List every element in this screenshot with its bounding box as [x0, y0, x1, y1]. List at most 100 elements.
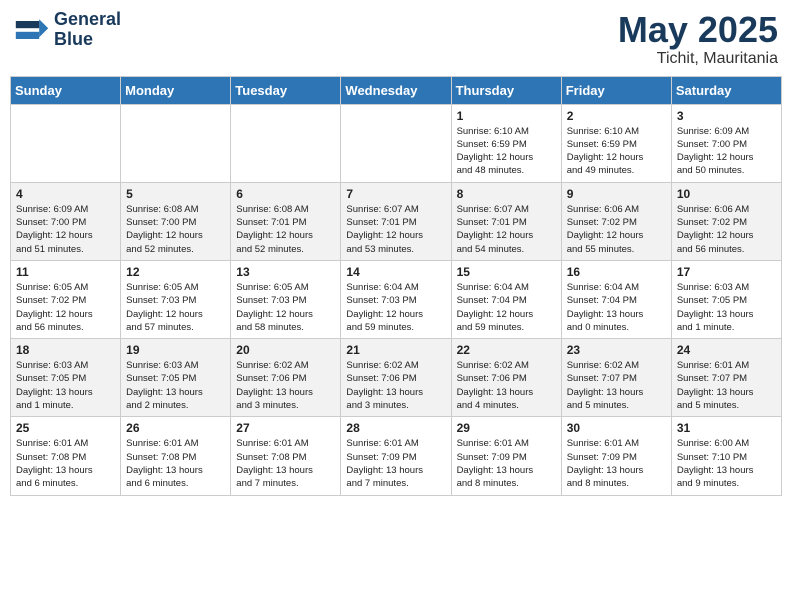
calendar-row-5: 25 Sunrise: 6:01 AM Sunset: 7:08 PM Dayli…	[11, 417, 782, 495]
weekday-header-monday: Monday	[121, 76, 231, 104]
weekday-header-friday: Friday	[561, 76, 671, 104]
day-number: 25	[16, 421, 115, 435]
calendar-cell: 18Sunrise: 6:03 AM Sunset: 7:05 PM Dayli…	[11, 339, 121, 417]
calendar-cell: 15 Sunrise: 6:04 AM Sunset: 7:04 PM Dayli…	[451, 260, 561, 338]
calendar-row-4: 18Sunrise: 6:03 AM Sunset: 7:05 PM Dayli…	[11, 339, 782, 417]
calendar-cell: 6 Sunrise: 6:08 AM Sunset: 7:01 PM Daylig…	[231, 182, 341, 260]
calendar-cell	[231, 104, 341, 182]
calendar-cell: 29 Sunrise: 6:01 AM Sunset: 7:09 PM Dayli…	[451, 417, 561, 495]
calendar-cell: 5Sunrise: 6:08 AM Sunset: 7:00 PM Daylig…	[121, 182, 231, 260]
day-number: 30	[567, 421, 666, 435]
calendar-cell: 13Sunrise: 6:05 AM Sunset: 7:03 PM Dayli…	[231, 260, 341, 338]
day-info: Sunrise: 6:04 AM Sunset: 7:03 PM Dayligh…	[346, 281, 445, 334]
calendar-cell: 19 Sunrise: 6:03 AM Sunset: 7:05 PM Dayli…	[121, 339, 231, 417]
logo: General Blue	[14, 10, 121, 50]
day-info: Sunrise: 6:02 AM Sunset: 7:07 PM Dayligh…	[567, 359, 666, 412]
day-number: 9	[567, 187, 666, 201]
calendar-row-1: 1 Sunrise: 6:10 AM Sunset: 6:59 PM Daylig…	[11, 104, 782, 182]
day-number: 28	[346, 421, 445, 435]
day-info: Sunrise: 6:03 AM Sunset: 7:05 PM Dayligh…	[677, 281, 776, 334]
day-info: Sunrise: 6:08 AM Sunset: 7:01 PM Dayligh…	[236, 203, 335, 256]
day-info: Sunrise: 6:00 AM Sunset: 7:10 PM Dayligh…	[677, 437, 776, 490]
day-number: 5	[126, 187, 225, 201]
day-number: 13	[236, 265, 335, 279]
day-info: Sunrise: 6:03 AM Sunset: 7:05 PM Dayligh…	[16, 359, 115, 412]
calendar-cell: 22Sunrise: 6:02 AM Sunset: 7:06 PM Dayli…	[451, 339, 561, 417]
day-info: Sunrise: 6:10 AM Sunset: 6:59 PM Dayligh…	[457, 125, 556, 178]
day-number: 21	[346, 343, 445, 357]
day-number: 7	[346, 187, 445, 201]
logo-line1: General	[54, 10, 121, 30]
day-info: Sunrise: 6:09 AM Sunset: 7:00 PM Dayligh…	[16, 203, 115, 256]
calendar-cell: 12Sunrise: 6:05 AM Sunset: 7:03 PM Dayli…	[121, 260, 231, 338]
calendar-cell: 27 Sunrise: 6:01 AM Sunset: 7:08 PM Dayli…	[231, 417, 341, 495]
day-info: Sunrise: 6:01 AM Sunset: 7:09 PM Dayligh…	[567, 437, 666, 490]
calendar-cell: 9 Sunrise: 6:06 AM Sunset: 7:02 PM Daylig…	[561, 182, 671, 260]
day-info: Sunrise: 6:04 AM Sunset: 7:04 PM Dayligh…	[457, 281, 556, 334]
calendar-cell: 25 Sunrise: 6:01 AM Sunset: 7:08 PM Dayli…	[11, 417, 121, 495]
logo-icon	[14, 12, 50, 48]
location: Tichit, Mauritania	[618, 50, 778, 68]
title-block: May 2025 Tichit, Mauritania	[618, 10, 778, 68]
calendar-cell: 11Sunrise: 6:05 AM Sunset: 7:02 PM Dayli…	[11, 260, 121, 338]
day-info: Sunrise: 6:02 AM Sunset: 7:06 PM Dayligh…	[346, 359, 445, 412]
day-info: Sunrise: 6:04 AM Sunset: 7:04 PM Dayligh…	[567, 281, 666, 334]
calendar-cell: 14 Sunrise: 6:04 AM Sunset: 7:03 PM Dayli…	[341, 260, 451, 338]
calendar-cell	[121, 104, 231, 182]
day-info: Sunrise: 6:01 AM Sunset: 7:07 PM Dayligh…	[677, 359, 776, 412]
day-number: 31	[677, 421, 776, 435]
day-info: Sunrise: 6:02 AM Sunset: 7:06 PM Dayligh…	[236, 359, 335, 412]
calendar-cell: 23Sunrise: 6:02 AM Sunset: 7:07 PM Dayli…	[561, 339, 671, 417]
weekday-header-wednesday: Wednesday	[341, 76, 451, 104]
day-info: Sunrise: 6:10 AM Sunset: 6:59 PM Dayligh…	[567, 125, 666, 178]
day-number: 19	[126, 343, 225, 357]
day-info: Sunrise: 6:09 AM Sunset: 7:00 PM Dayligh…	[677, 125, 776, 178]
day-info: Sunrise: 6:01 AM Sunset: 7:08 PM Dayligh…	[126, 437, 225, 490]
calendar-cell: 3 Sunrise: 6:09 AM Sunset: 7:00 PM Daylig…	[671, 104, 781, 182]
day-number: 15	[457, 265, 556, 279]
calendar-cell: 17 Sunrise: 6:03 AM Sunset: 7:05 PM Dayli…	[671, 260, 781, 338]
day-number: 12	[126, 265, 225, 279]
day-number: 1	[457, 109, 556, 123]
calendar-cell: 16 Sunrise: 6:04 AM Sunset: 7:04 PM Dayli…	[561, 260, 671, 338]
day-info: Sunrise: 6:02 AM Sunset: 7:06 PM Dayligh…	[457, 359, 556, 412]
day-number: 3	[677, 109, 776, 123]
day-number: 17	[677, 265, 776, 279]
day-number: 26	[126, 421, 225, 435]
day-info: Sunrise: 6:01 AM Sunset: 7:09 PM Dayligh…	[457, 437, 556, 490]
day-number: 10	[677, 187, 776, 201]
day-number: 27	[236, 421, 335, 435]
day-number: 2	[567, 109, 666, 123]
month-title: May 2025	[618, 10, 778, 50]
weekday-header-thursday: Thursday	[451, 76, 561, 104]
weekday-header-row: SundayMondayTuesdayWednesdayThursdayFrid…	[11, 76, 782, 104]
calendar-cell	[11, 104, 121, 182]
day-info: Sunrise: 6:03 AM Sunset: 7:05 PM Dayligh…	[126, 359, 225, 412]
logo-line2: Blue	[54, 30, 121, 50]
weekday-header-sunday: Sunday	[11, 76, 121, 104]
day-info: Sunrise: 6:01 AM Sunset: 7:08 PM Dayligh…	[16, 437, 115, 490]
calendar-cell: 31 Sunrise: 6:00 AM Sunset: 7:10 PM Dayli…	[671, 417, 781, 495]
day-number: 20	[236, 343, 335, 357]
day-info: Sunrise: 6:01 AM Sunset: 7:09 PM Dayligh…	[346, 437, 445, 490]
page-header: General Blue May 2025 Tichit, Mauritania	[10, 10, 782, 68]
calendar-cell: 24 Sunrise: 6:01 AM Sunset: 7:07 PM Dayli…	[671, 339, 781, 417]
day-number: 16	[567, 265, 666, 279]
day-number: 29	[457, 421, 556, 435]
calendar-cell: 1 Sunrise: 6:10 AM Sunset: 6:59 PM Daylig…	[451, 104, 561, 182]
logo-text: General Blue	[54, 10, 121, 50]
day-number: 24	[677, 343, 776, 357]
calendar-row-2: 4 Sunrise: 6:09 AM Sunset: 7:00 PM Daylig…	[11, 182, 782, 260]
day-info: Sunrise: 6:06 AM Sunset: 7:02 PM Dayligh…	[567, 203, 666, 256]
calendar-cell: 7Sunrise: 6:07 AM Sunset: 7:01 PM Daylig…	[341, 182, 451, 260]
calendar-cell: 28 Sunrise: 6:01 AM Sunset: 7:09 PM Dayli…	[341, 417, 451, 495]
calendar-cell: 30 Sunrise: 6:01 AM Sunset: 7:09 PM Dayli…	[561, 417, 671, 495]
calendar-cell: 10Sunrise: 6:06 AM Sunset: 7:02 PM Dayli…	[671, 182, 781, 260]
day-number: 6	[236, 187, 335, 201]
weekday-header-tuesday: Tuesday	[231, 76, 341, 104]
day-number: 4	[16, 187, 115, 201]
day-info: Sunrise: 6:01 AM Sunset: 7:08 PM Dayligh…	[236, 437, 335, 490]
calendar-cell: 8Sunrise: 6:07 AM Sunset: 7:01 PM Daylig…	[451, 182, 561, 260]
day-number: 11	[16, 265, 115, 279]
day-number: 14	[346, 265, 445, 279]
